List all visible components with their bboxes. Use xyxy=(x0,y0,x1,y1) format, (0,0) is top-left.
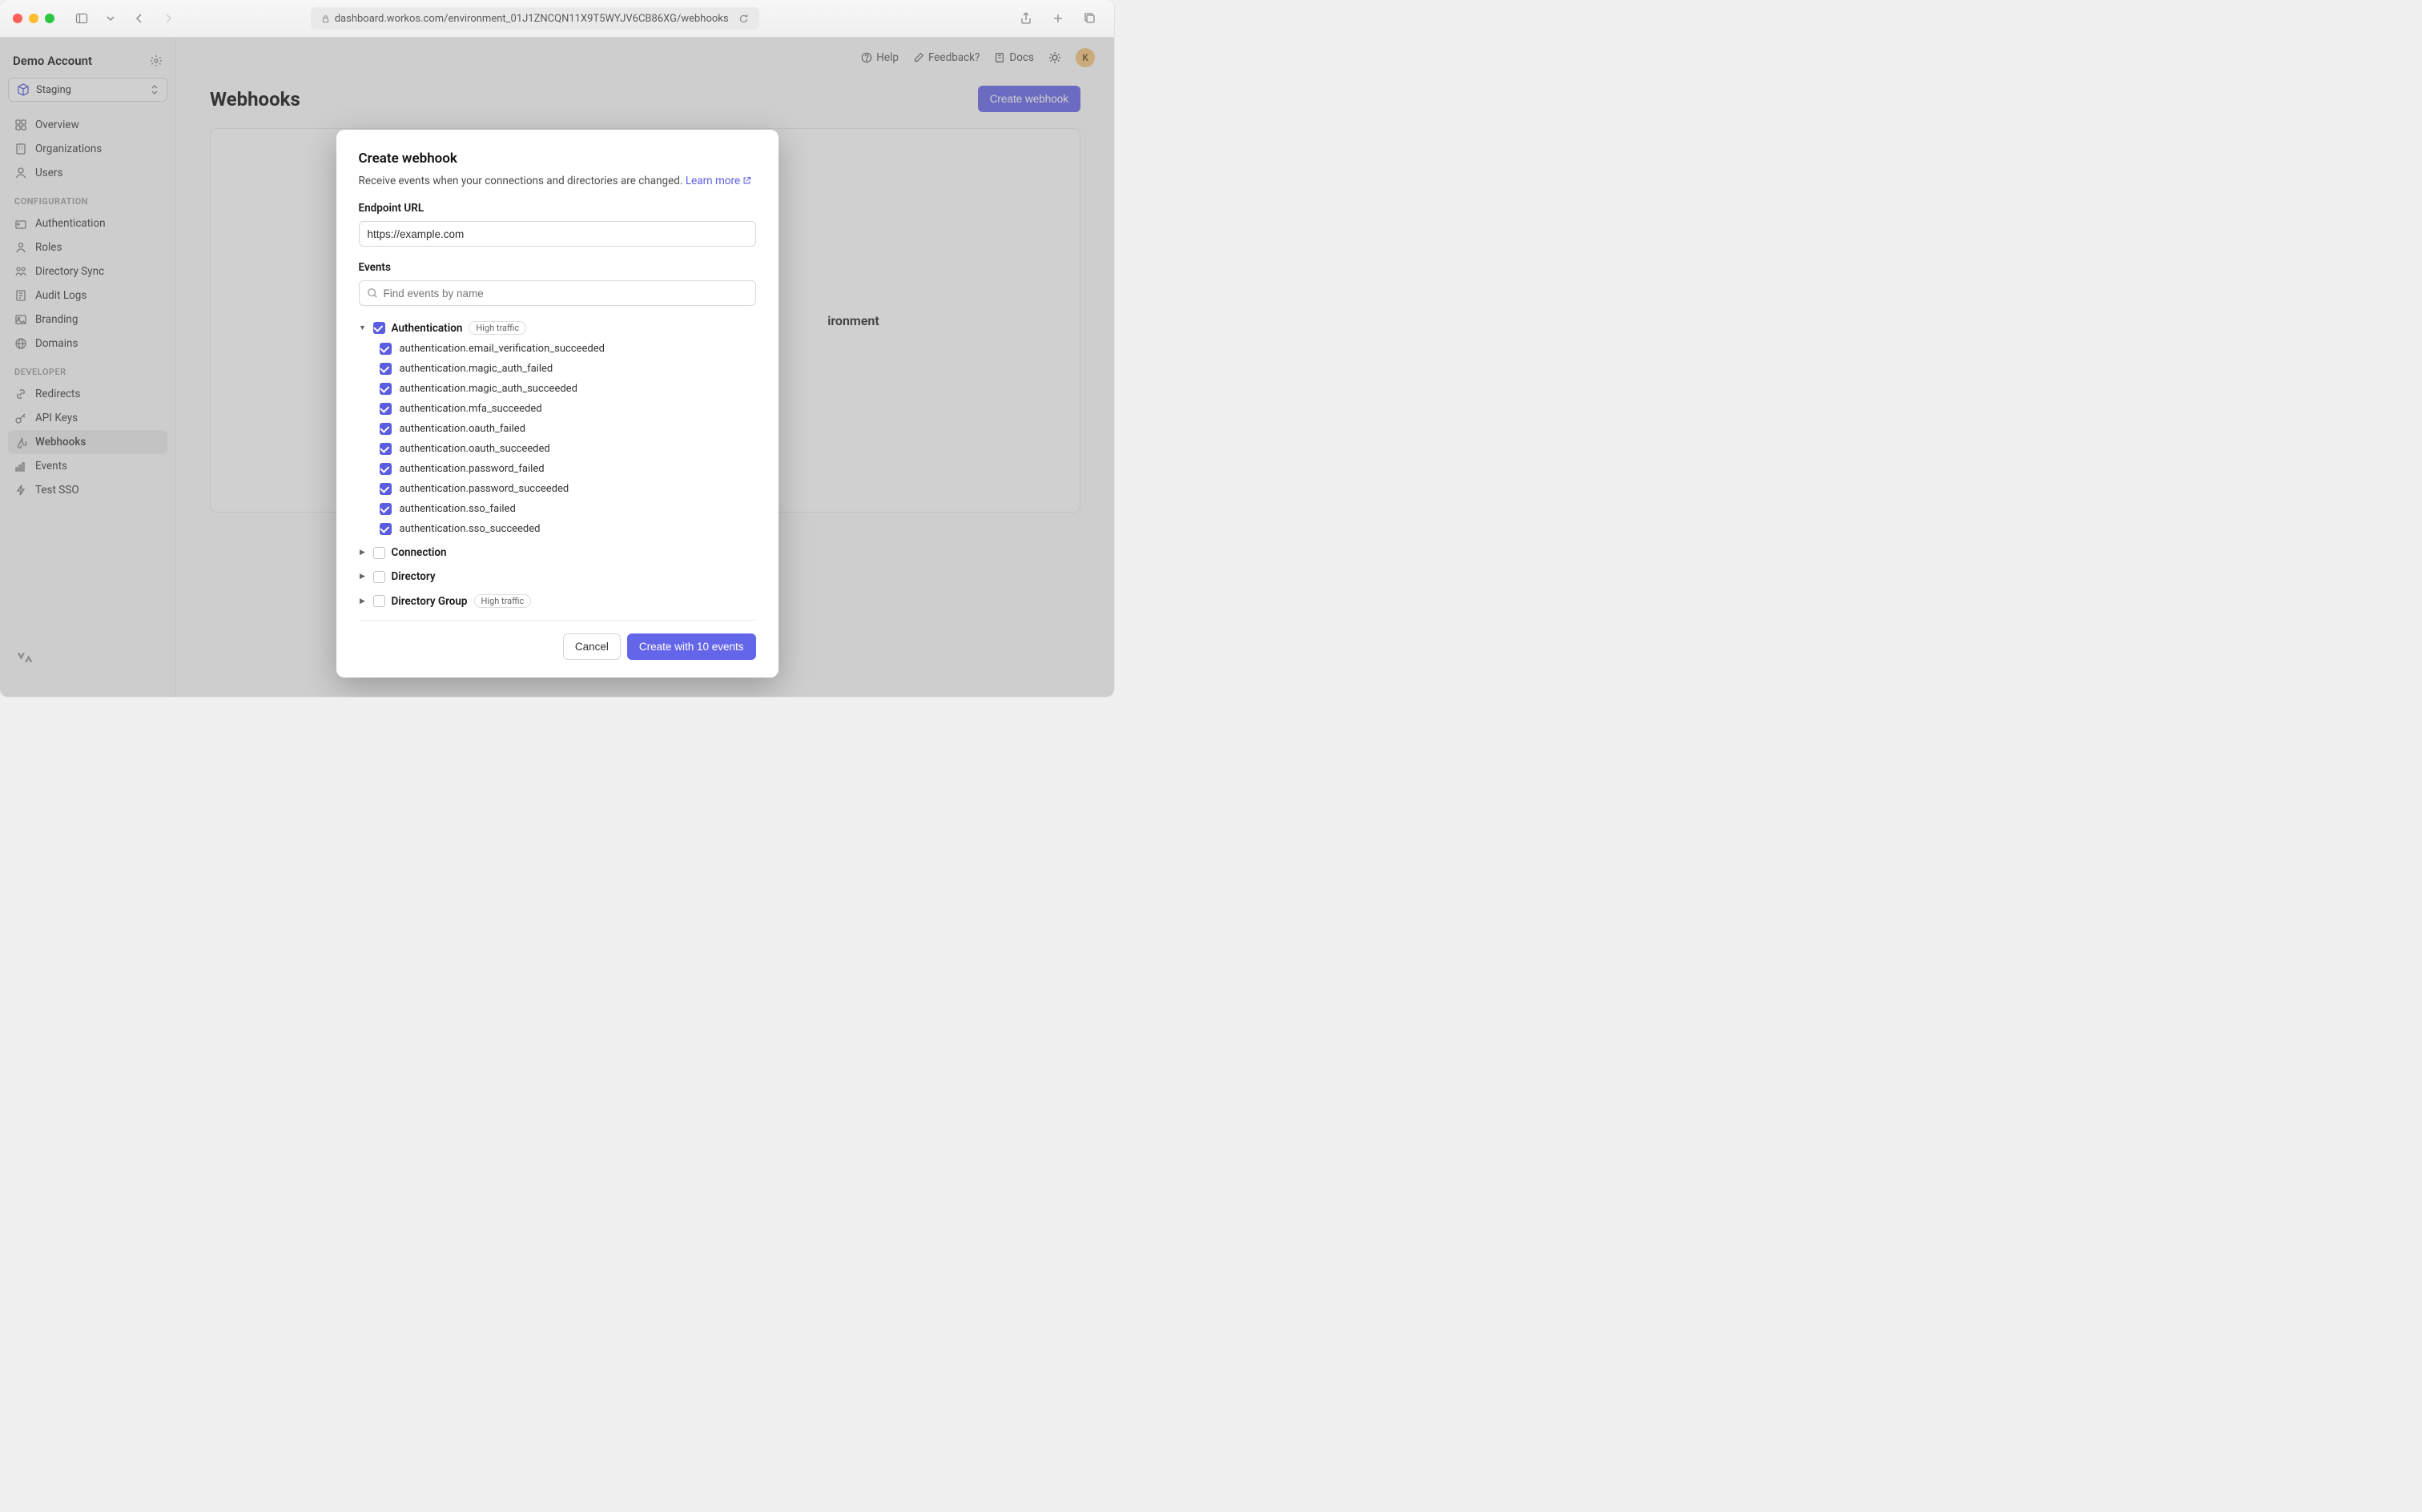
learn-more-link[interactable]: Learn more xyxy=(686,175,752,187)
event-group-label: Directory xyxy=(392,570,436,583)
divider xyxy=(359,620,756,621)
event-group-header[interactable]: ▶ Connection xyxy=(359,542,756,563)
sidebar-toggle-icon[interactable] xyxy=(70,9,93,28)
event-name: authentication.password_succeeded xyxy=(400,483,569,495)
event-group-header[interactable]: ▼ Authentication High traffic xyxy=(359,317,756,339)
event-group: ▶ Directory Group High traffic xyxy=(359,590,756,612)
event-row[interactable]: authentication.magic_auth_failed xyxy=(380,359,756,379)
event-group-checkbox[interactable] xyxy=(373,595,385,607)
external-link-icon xyxy=(742,176,751,185)
modal-title: Create webhook xyxy=(359,151,756,167)
event-checkbox[interactable] xyxy=(380,343,392,355)
chrome-right xyxy=(1015,9,1101,28)
events-label: Events xyxy=(359,261,756,274)
event-name: authentication.mfa_succeeded xyxy=(400,403,542,415)
cancel-button[interactable]: Cancel xyxy=(563,633,621,660)
event-group-header[interactable]: ▶ Directory xyxy=(359,566,756,587)
event-group-checkbox[interactable] xyxy=(373,571,385,583)
event-group-checkbox[interactable] xyxy=(373,322,385,334)
modal-overlay[interactable]: Create webhook Receive events when your … xyxy=(0,38,1114,697)
event-group-label: Authentication xyxy=(392,322,463,335)
event-group: ▶ Directory xyxy=(359,566,756,587)
event-group-header[interactable]: ▶ Directory Group High traffic xyxy=(359,590,756,612)
event-group: ▼ Authentication High traffic authenticatio… xyxy=(359,317,756,539)
event-row[interactable]: authentication.sso_succeeded xyxy=(380,519,756,539)
event-group-label: Directory Group xyxy=(392,595,468,608)
event-row[interactable]: authentication.mfa_succeeded xyxy=(380,399,756,419)
event-row[interactable]: authentication.sso_failed xyxy=(380,499,756,519)
event-checkbox[interactable] xyxy=(380,523,392,535)
event-row[interactable]: authentication.oauth_succeeded xyxy=(380,439,756,459)
search-icon xyxy=(367,288,378,299)
event-children: authentication.email_verification_succee… xyxy=(359,339,756,539)
event-checkbox[interactable] xyxy=(380,403,392,415)
create-with-events-button[interactable]: Create with 10 events xyxy=(627,633,756,660)
event-name: authentication.oauth_succeeded xyxy=(400,443,550,455)
share-icon[interactable] xyxy=(1015,9,1037,28)
event-name: authentication.sso_failed xyxy=(400,503,516,515)
browser-window: dashboard.workos.com/environment_01J1ZNC… xyxy=(0,0,1114,697)
high-traffic-badge: High traffic xyxy=(469,321,526,335)
traffic-lights xyxy=(13,14,54,23)
window-close-button[interactable] xyxy=(13,14,22,23)
event-group-label: Connection xyxy=(392,546,447,559)
chevron-right-icon[interactable]: ▶ xyxy=(359,597,367,605)
window-maximize-button[interactable] xyxy=(45,14,54,23)
window-minimize-button[interactable] xyxy=(29,14,38,23)
event-row[interactable]: authentication.oauth_failed xyxy=(380,419,756,439)
event-row[interactable]: authentication.magic_auth_succeeded xyxy=(380,379,756,399)
modal-description: Receive events when your connections and… xyxy=(359,175,756,187)
events-search xyxy=(359,280,756,306)
endpoint-url-label: Endpoint URL xyxy=(359,202,756,215)
chevron-right-icon[interactable]: ▶ xyxy=(359,549,367,557)
event-name: authentication.email_verification_succee… xyxy=(400,343,605,355)
chevron-down-icon[interactable] xyxy=(99,9,122,28)
event-name: authentication.password_failed xyxy=(400,463,545,475)
event-name: authentication.oauth_failed xyxy=(400,423,526,435)
event-checkbox[interactable] xyxy=(380,483,392,495)
events-search-input[interactable] xyxy=(359,280,756,306)
event-checkbox[interactable] xyxy=(380,423,392,435)
high-traffic-badge: High traffic xyxy=(474,594,532,608)
tabs-icon[interactable] xyxy=(1079,9,1101,28)
url-text: dashboard.workos.com/environment_01J1ZNC… xyxy=(335,13,729,25)
event-name: authentication.magic_auth_failed xyxy=(400,363,553,375)
event-groups: ▼ Authentication High traffic authenticatio… xyxy=(359,317,756,612)
event-row[interactable]: authentication.password_succeeded xyxy=(380,479,756,499)
lock-icon xyxy=(321,14,330,23)
event-checkbox[interactable] xyxy=(380,463,392,475)
event-row[interactable]: authentication.email_verification_succee… xyxy=(380,339,756,359)
forward-button[interactable] xyxy=(157,9,179,28)
event-name: authentication.sso_succeeded xyxy=(400,523,541,535)
event-checkbox[interactable] xyxy=(380,383,392,395)
event-row[interactable]: authentication.password_failed xyxy=(380,459,756,479)
event-group-checkbox[interactable] xyxy=(373,547,385,559)
chevron-down-icon[interactable]: ▼ xyxy=(359,324,367,332)
new-tab-icon[interactable] xyxy=(1047,9,1069,28)
browser-chrome: dashboard.workos.com/environment_01J1ZNC… xyxy=(0,0,1114,38)
event-name: authentication.magic_auth_succeeded xyxy=(400,383,577,395)
modal-footer: Cancel Create with 10 events xyxy=(359,633,756,660)
event-checkbox[interactable] xyxy=(380,503,392,515)
chevron-right-icon[interactable]: ▶ xyxy=(359,573,367,581)
create-webhook-modal: Create webhook Receive events when your … xyxy=(336,130,778,678)
app-shell: Demo Account Staging Overview xyxy=(0,38,1114,697)
event-checkbox[interactable] xyxy=(380,363,392,375)
event-group: ▶ Connection xyxy=(359,542,756,563)
reload-icon[interactable] xyxy=(738,14,749,24)
back-button[interactable] xyxy=(128,9,151,28)
url-bar[interactable]: dashboard.workos.com/environment_01J1ZNC… xyxy=(311,7,759,30)
endpoint-url-input[interactable] xyxy=(359,221,756,247)
event-checkbox[interactable] xyxy=(380,443,392,455)
